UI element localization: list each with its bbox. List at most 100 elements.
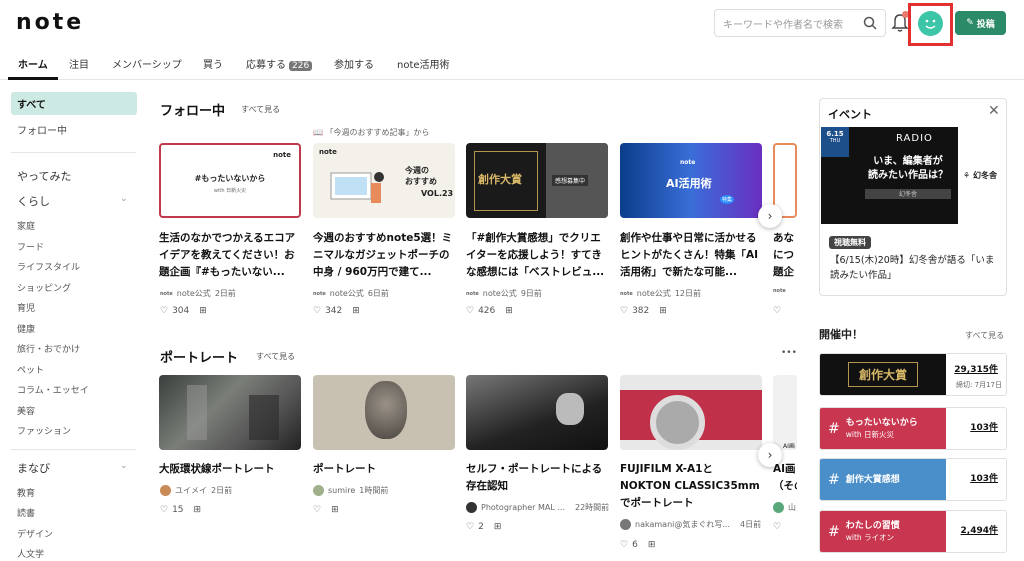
card-meta: note note公式 12日前 — [620, 289, 701, 298]
sidebar-item[interactable]: フード — [17, 240, 44, 253]
bookmark-icon[interactable]: ⊞ — [505, 306, 513, 316]
card-actions: ♡ 426 ⊞ — [466, 306, 513, 316]
chevron-down-icon[interactable]: ⌄ — [120, 461, 128, 471]
card-thumbnail[interactable] — [620, 375, 762, 450]
card-thumbnail[interactable]: 創作大賞 感想募集中 — [466, 143, 608, 218]
card-thumbnail[interactable]: note #もったいないから with 日新火災 — [159, 143, 301, 218]
card-actions: ♡ 6 ⊞ — [620, 540, 656, 550]
sidebar-item[interactable]: 家庭 — [17, 219, 35, 232]
section-title-portrait: ポートレート — [160, 351, 239, 366]
card-meta: note note公式 6日前 — [313, 289, 389, 298]
avatar[interactable] — [160, 485, 171, 496]
heart-icon[interactable]: ♡ — [773, 306, 781, 316]
heart-icon[interactable]: ♡ — [773, 522, 781, 532]
search-box[interactable]: キーワードや作者名で検索 — [714, 9, 886, 37]
heart-icon[interactable]: ♡ — [313, 306, 321, 316]
more-icon[interactable]: ••• — [781, 348, 797, 358]
card-thumbnail[interactable]: note 今週の おすすめ VOL.23 — [313, 143, 455, 218]
tab-buy[interactable]: 買う — [203, 56, 223, 71]
card-thumbnail[interactable]: AI画 — [773, 375, 797, 450]
heart-icon[interactable]: ♡ — [160, 306, 168, 316]
card-title[interactable]: セルフ・ポートレートによる存在認知 — [466, 461, 608, 495]
card-meta: nakamani@気まぐれ写... 4日前 — [620, 519, 761, 530]
sidebar-item[interactable]: ショッピング — [17, 281, 71, 294]
avatar[interactable] — [773, 502, 784, 513]
heart-icon[interactable]: ♡ — [466, 522, 474, 532]
bookmark-icon[interactable]: ⊞ — [331, 505, 339, 515]
sidebar-item-all[interactable]: すべて — [17, 96, 46, 111]
chevron-right-icon[interactable]: › — [758, 204, 782, 228]
avatar[interactable] — [620, 519, 631, 530]
sidebar-item[interactable]: コラム・エッセイ — [17, 383, 89, 396]
card-meta: note — [773, 288, 786, 294]
card-title[interactable]: 「#創作大賞感想」でクリエイターを応援しよう！すてきな感想には「ベストレビュ..… — [466, 230, 608, 281]
contest-item[interactable]: # わたしの習慣 with ライオン 2,494件 — [819, 510, 1007, 553]
card-title[interactable]: 生活のなかでつかえるエコアイデアを教えてください！お題企画『#もったいない... — [159, 230, 301, 281]
sidebar-item-following[interactable]: フォロー中 — [17, 122, 67, 137]
sidebar-item[interactable]: ファッション — [17, 424, 71, 437]
tab-membership[interactable]: メンバーシップ — [112, 56, 182, 71]
post-button[interactable]: ✎ 投稿 — [955, 11, 1006, 35]
sidebar-item[interactable]: 健康 — [17, 322, 35, 335]
card-title[interactable]: あな につ 題企 — [773, 230, 797, 281]
chevron-down-icon[interactable]: ⌄ — [120, 194, 128, 204]
bookmark-icon[interactable]: ⊞ — [199, 306, 207, 316]
card-thumbnail[interactable]: note AI活用術 特集 — [620, 143, 762, 218]
open-title: 開催中！ — [819, 328, 863, 341]
see-all-link[interactable]: すべて見る — [241, 104, 280, 115]
heart-icon[interactable]: ♡ — [620, 306, 628, 316]
bookmark-icon[interactable]: ⊞ — [352, 306, 360, 316]
card-actions: ♡ 342 ⊞ — [313, 306, 360, 316]
card-actions: ♡ ⊞ — [313, 505, 339, 515]
card-title[interactable]: FUJIFILM X-A1とNOKTON CLASSIC35mmでポートレート — [620, 461, 762, 512]
sidebar-item[interactable]: 旅行・おでかけ — [17, 342, 80, 355]
sidebar-item[interactable]: 読書 — [17, 506, 35, 519]
see-all-link[interactable]: すべて見る — [965, 330, 1004, 341]
see-all-link[interactable]: すべて見る — [256, 351, 295, 362]
heart-icon[interactable]: ♡ — [620, 540, 628, 550]
search-input[interactable]: キーワードや作者名で検索 — [723, 16, 863, 31]
sidebar-item[interactable]: 美容 — [17, 404, 35, 417]
card-thumbnail[interactable] — [466, 375, 608, 450]
bookmark-icon[interactable]: ⊞ — [648, 540, 656, 550]
bookmark-icon[interactable]: ⊞ — [659, 306, 667, 316]
contest-item[interactable]: # もったいないから with 日新火災 103件 — [819, 407, 1007, 450]
card-title[interactable]: 今週のおすすめnote5選！ミニマルなガジェットポーチの中身 / 960万円で建… — [313, 230, 455, 281]
event-description[interactable]: 【6/15(木)20時】幻冬舎が語る「いま読みたい作品」 — [830, 253, 998, 283]
apply-count-badge: 226 — [289, 61, 313, 71]
sidebar-item[interactable]: デザイン — [17, 527, 53, 540]
card-title[interactable]: 創作や仕事や日常に活かせるヒントがたくさん！特集「AI活用術」で新たな可能... — [620, 230, 762, 281]
card-thumbnail[interactable] — [313, 375, 455, 450]
close-icon[interactable]: ✕ — [988, 103, 1000, 119]
card-thumbnail[interactable] — [159, 375, 301, 450]
sidebar-item[interactable]: ライフスタイル — [17, 260, 80, 273]
sidebar-item-kurashi[interactable]: くらし — [17, 193, 50, 209]
tab-join[interactable]: 参加する — [334, 56, 374, 71]
tab-home[interactable]: ホーム — [18, 56, 48, 71]
event-banner[interactable]: 6.15 THU RADIO いま、編集者が 読みたい作品は？ 幻冬舎 — [821, 127, 958, 224]
sidebar-item[interactable]: 教育 — [17, 486, 35, 499]
avatar[interactable] — [466, 502, 477, 513]
heart-icon[interactable]: ♡ — [466, 306, 474, 316]
search-icon[interactable] — [863, 16, 877, 30]
contest-item[interactable]: 創作大賞 29,315件 締切: 7月17日 — [819, 353, 1007, 396]
bookmark-icon[interactable]: ⊞ — [494, 522, 502, 532]
sidebar-item-yattemita[interactable]: やってみた — [17, 168, 71, 184]
bookmark-icon[interactable]: ⊞ — [194, 505, 202, 515]
contest-item[interactable]: # 創作大賞感想 103件 — [819, 458, 1007, 501]
tab-featured[interactable]: 注目 — [69, 56, 89, 71]
avatar[interactable] — [918, 11, 943, 36]
sidebar-item[interactable]: 人文学 — [17, 547, 44, 560]
sidebar-item[interactable]: 育児 — [17, 301, 35, 314]
heart-icon[interactable]: ♡ — [313, 505, 321, 515]
avatar[interactable] — [313, 485, 324, 496]
card-title[interactable]: AI画 （その — [773, 461, 797, 495]
card-actions: ♡ — [773, 522, 781, 532]
tab-apply[interactable]: 応募する 226 — [246, 56, 313, 71]
sidebar-item[interactable]: ペット — [17, 363, 44, 376]
note-logo[interactable]: note — [16, 10, 84, 35]
heart-icon[interactable]: ♡ — [160, 505, 168, 515]
sidebar-item-manabi[interactable]: まなび — [17, 460, 50, 476]
tab-tips[interactable]: note活用術 — [397, 56, 450, 71]
card-actions: ♡ 382 ⊞ — [620, 306, 667, 316]
